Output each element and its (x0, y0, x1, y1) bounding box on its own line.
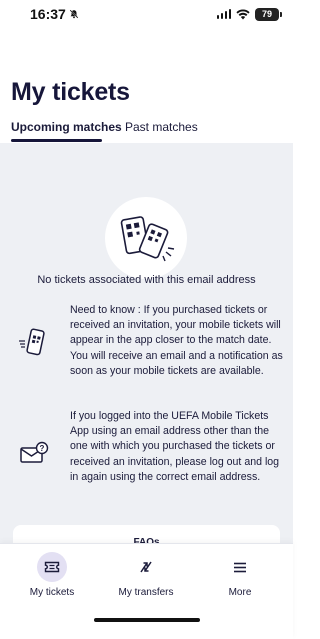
transfer-icon (140, 561, 152, 573)
status-time-group: 16:37 (30, 6, 79, 22)
empty-state-illustration (105, 197, 187, 279)
tab-past-matches[interactable]: Past matches (125, 120, 198, 134)
status-icons: 79 (216, 7, 282, 21)
status-time: 16:37 (30, 6, 66, 22)
home-indicator[interactable] (94, 618, 200, 622)
bottom-nav: My tickets My transfers More (0, 543, 293, 639)
email-question-icon: ? (20, 441, 49, 463)
nav-label-my-transfers: My transfers (118, 587, 174, 598)
nav-icon-bg (37, 552, 67, 582)
active-tab-indicator (11, 139, 102, 142)
page-title: My tickets (11, 78, 130, 106)
qr-tickets-icon (120, 216, 175, 262)
info-text-email: If you logged into the UEFA Mobile Ticke… (70, 410, 280, 483)
info-icon-wrap: ? (18, 439, 49, 469)
nav-my-tickets[interactable]: My tickets (7, 552, 97, 602)
nav-label-my-tickets: My tickets (29, 587, 75, 598)
nav-label-more: More (228, 587, 252, 598)
tab-upcoming-matches[interactable]: Upcoming matches (11, 120, 122, 134)
ticket-icon (44, 561, 60, 573)
battery-icon: 79 (255, 7, 282, 21)
nav-icon-bg (131, 552, 161, 582)
tickets-content[interactable]: No tickets associated with this email ad… (0, 143, 293, 565)
wifi-icon (236, 8, 250, 19)
menu-icon (234, 562, 246, 572)
nav-more[interactable]: More (195, 552, 285, 602)
no-tickets-message: No tickets associated with this email ad… (37, 274, 256, 286)
battery-level: 79 (261, 9, 272, 19)
nav-my-transfers[interactable]: My transfers (101, 552, 191, 602)
svg-text:?: ? (40, 444, 45, 453)
mobile-ticket-icon (19, 328, 45, 356)
nav-icon-bg (225, 552, 255, 582)
bell-muted-icon (69, 9, 79, 19)
signal-icon (216, 9, 231, 19)
info-icon-wrap (18, 327, 48, 357)
info-text-need-to-know: Need to know : If you purchased tickets … (70, 304, 283, 377)
tab-bar: Upcoming matches Past matches (0, 114, 293, 144)
status-bar: 16:37 79 (0, 0, 293, 28)
